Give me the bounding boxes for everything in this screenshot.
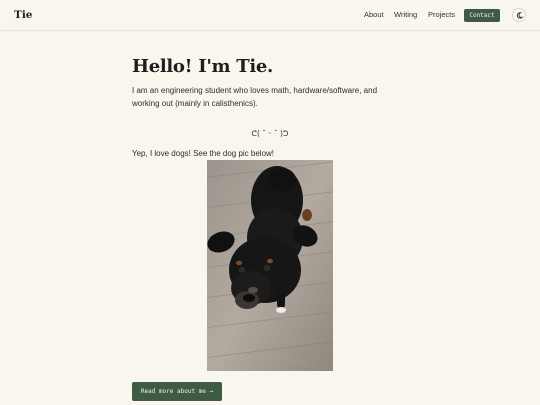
nav-projects[interactable]: Projects	[428, 10, 455, 19]
site-header: Tie About Writing Projects Contact	[0, 0, 540, 31]
page-title: Hello! I'm Tie.	[132, 56, 274, 77]
dog-caption: Yep, I love dogs! See the dog pic below!	[132, 149, 275, 158]
kaomoji-text: ᕦ( ˘ ᵕ ˘ )ᕤ	[251, 129, 289, 138]
dog-photo	[207, 160, 333, 371]
read-more-button[interactable]: Read more about me →	[132, 382, 222, 401]
site-logo[interactable]: Tie	[14, 9, 32, 21]
theme-toggle-button[interactable]	[512, 8, 526, 22]
moon-icon	[516, 11, 523, 19]
nav-writing[interactable]: Writing	[394, 10, 417, 19]
nav-about[interactable]: About	[364, 10, 384, 19]
contact-button[interactable]: Contact	[464, 9, 500, 22]
intro-text: I am an engineering student who loves ma…	[132, 86, 378, 108]
